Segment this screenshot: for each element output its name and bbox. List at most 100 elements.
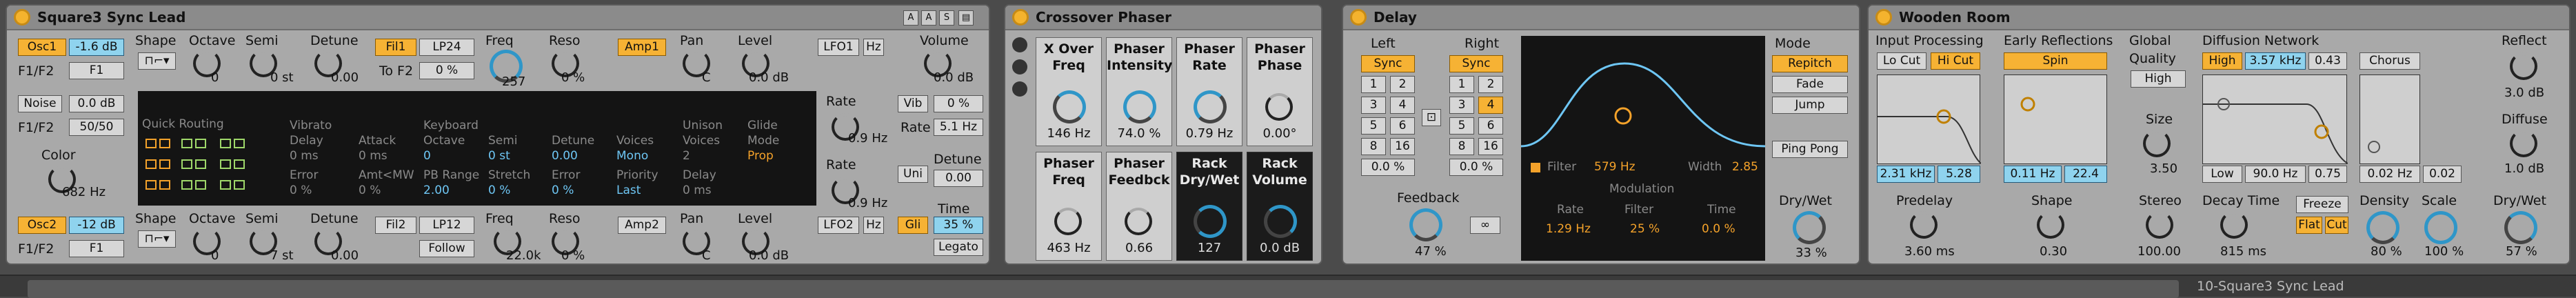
footer-scroll-area[interactable]	[28, 280, 2179, 298]
fil1-type-select[interactable]: LP24	[419, 39, 474, 56]
kb-stretch-value[interactable]: 0 %	[488, 183, 510, 197]
vib-attack-value[interactable]: 0 ms	[359, 149, 388, 163]
dn-q-value[interactable]: 0.43	[2308, 52, 2347, 70]
amp2-toggle[interactable]: Amp2	[618, 217, 666, 234]
size-knob[interactable]	[2143, 130, 2171, 157]
lfo1-hz-button[interactable]: Hz	[863, 39, 884, 56]
density-knob[interactable]	[2366, 211, 2399, 244]
freeze-button[interactable]: Freeze	[2296, 196, 2348, 213]
uni-toggle[interactable]: Uni	[898, 166, 928, 183]
chorus-amount[interactable]: 0.02	[2423, 166, 2462, 183]
filter-toggle[interactable]	[1531, 163, 1540, 172]
s-button[interactable]: S	[939, 10, 954, 26]
noise-f1f2-value[interactable]: 50/50	[69, 119, 124, 136]
width-value[interactable]: 2.85	[1732, 160, 1758, 174]
cut-button[interactable]: Cut	[2325, 217, 2348, 234]
vib-delay-value[interactable]: 0 ms	[290, 149, 319, 163]
phaser-phase-macro[interactable]: Phaser Phase 0.00°	[1247, 37, 1313, 146]
dn-freq-value[interactable]: 3.57 kHz	[2245, 52, 2306, 70]
reverb-power-toggle[interactable]	[1875, 9, 1892, 26]
right-1-button[interactable]: 1	[1449, 76, 1474, 93]
phaser-feedback-macro[interactable]: Phaser Feedbck 0.66	[1106, 152, 1172, 261]
freeze-infinity-button[interactable]: ∞	[1470, 217, 1500, 234]
kb-semi-value[interactable]: 0 st	[488, 149, 510, 163]
uni-detune-value[interactable]: 0.00	[934, 170, 983, 187]
vib-toggle[interactable]: Vib	[898, 95, 928, 112]
left-3-button[interactable]: 3	[1361, 97, 1386, 114]
a-button[interactable]: A	[903, 10, 918, 26]
shape-select[interactable]: ⊓⌐▾	[138, 52, 176, 70]
lo-cut-button[interactable]: Lo Cut	[1877, 52, 1926, 70]
routing-matrix[interactable]	[145, 137, 269, 199]
amp1-toggle[interactable]: Amp1	[618, 39, 666, 56]
ping-pong-button[interactable]: Ping Pong	[1772, 141, 1848, 158]
scale-knob[interactable]	[2424, 211, 2457, 244]
noise-toggle[interactable]: Noise	[18, 95, 62, 112]
rack-drywet-macro[interactable]: Rack Dry/Wet 127	[1176, 152, 1242, 261]
mod-filter-value[interactable]: 25 %	[1630, 222, 1660, 236]
decay-knob[interactable]	[2220, 211, 2248, 239]
stereo-knob[interactable]	[2146, 211, 2173, 239]
kb-octave-value[interactable]: 0	[423, 149, 431, 163]
jump-button[interactable]: Jump	[1772, 97, 1848, 114]
vib-value[interactable]: 0 %	[934, 95, 983, 112]
osc1-toggle[interactable]: Osc1	[18, 39, 66, 56]
right-8-button[interactable]: 8	[1449, 138, 1474, 155]
f1f2-select[interactable]: F1	[69, 62, 124, 79]
left-16-button[interactable]: 16	[1390, 138, 1415, 155]
delay-drywet-knob[interactable]	[1793, 211, 1826, 244]
priority-select[interactable]: Last	[616, 183, 641, 197]
hi-cut-button[interactable]: Hi Cut	[1931, 52, 1980, 70]
dn-low-q[interactable]: 0.75	[2308, 166, 2347, 183]
chorus-graph[interactable]	[2359, 74, 2420, 164]
xover-freq-macro[interactable]: X Over Freq 146 Hz	[1036, 37, 1102, 146]
to-f2-value[interactable]: 0 %	[419, 62, 474, 79]
right-6-button[interactable]: 6	[1478, 117, 1503, 135]
left-5-button[interactable]: 5	[1361, 117, 1386, 135]
right-2-button[interactable]: 2	[1478, 76, 1503, 93]
vib-amt-value[interactable]: 0 %	[359, 183, 381, 197]
dn-low-button[interactable]: Low	[2202, 166, 2242, 183]
follow-button[interactable]: Follow	[419, 240, 474, 257]
mod-time-value[interactable]: 0.0 %	[1702, 222, 1735, 236]
noise-level[interactable]: 0.0 dB	[69, 95, 124, 112]
dn-high-button[interactable]: High	[2202, 52, 2242, 70]
predelay-knob[interactable]	[1910, 211, 1938, 239]
reverb-drywet-knob[interactable]	[2504, 211, 2537, 244]
vib-rate-value[interactable]: 5.1 Hz	[934, 119, 983, 136]
phaser-power-toggle[interactable]	[1012, 9, 1029, 26]
spin-amount-value[interactable]: 22.4	[2064, 166, 2107, 183]
device-power-toggle[interactable]	[14, 9, 30, 26]
phaser-rate-macro[interactable]: Phaser Rate 0.79 Hz	[1176, 37, 1242, 146]
legato-button[interactable]: Legato	[934, 239, 983, 256]
link-button[interactable]: ⊡	[1422, 109, 1441, 126]
lfo1-toggle[interactable]: LFO1	[818, 39, 859, 56]
osc2-level[interactable]: -12 dB	[69, 217, 124, 234]
fade-button[interactable]: Fade	[1772, 76, 1848, 93]
diffusion-graph[interactable]	[2202, 74, 2348, 164]
spin-graph[interactable]	[2004, 74, 2107, 164]
shape-knob[interactable]	[2037, 211, 2064, 239]
lfo2-hz-button[interactable]: Hz	[863, 217, 884, 234]
vib-error-value[interactable]: 0 %	[290, 183, 312, 197]
glide-time-value[interactable]: 35 %	[934, 217, 983, 234]
left-6-button[interactable]: 6	[1390, 117, 1415, 135]
lfo2-toggle[interactable]: LFO2	[818, 217, 859, 234]
flat-button[interactable]: Flat	[2296, 217, 2322, 234]
right-sync-button[interactable]: Sync	[1449, 55, 1503, 72]
left-4-button[interactable]: 4	[1390, 97, 1415, 114]
dn-low-freq[interactable]: 90.0 Hz	[2245, 166, 2306, 183]
right-4-button[interactable]: 4	[1478, 97, 1503, 114]
diffuse-knob[interactable]	[2510, 130, 2537, 157]
a2-button[interactable]: A	[921, 10, 936, 26]
left-8-button[interactable]: 8	[1361, 138, 1386, 155]
kb-error-value[interactable]: 0 %	[552, 183, 574, 197]
rack-side-buttons[interactable]	[1012, 37, 1027, 113]
right-3-button[interactable]: 3	[1449, 97, 1474, 114]
feedback-knob[interactable]	[1409, 208, 1442, 241]
osc2-shape-select[interactable]: ⊓⌐▾	[138, 230, 176, 248]
osc2-toggle[interactable]: Osc2	[18, 217, 66, 234]
right-16-button[interactable]: 16	[1478, 138, 1503, 155]
spin-button[interactable]: Spin	[2004, 52, 2107, 70]
rack-volume-macro[interactable]: Rack Volume 0.0 dB	[1247, 152, 1313, 261]
